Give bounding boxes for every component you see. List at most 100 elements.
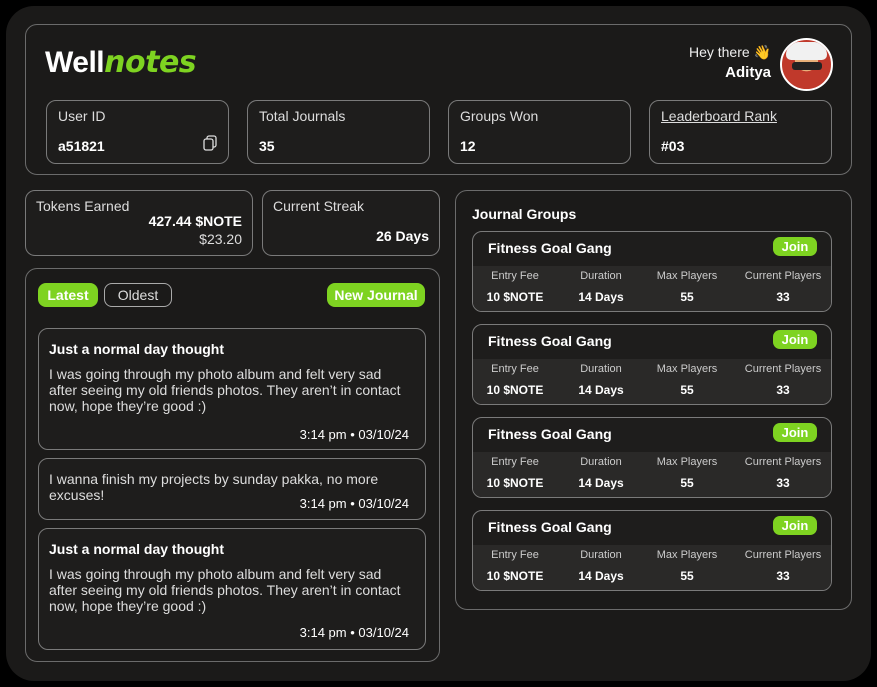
group-card[interactable]: Fitness Goal Gang Join Entry Fee 10 $NOTE Du…: [472, 417, 832, 498]
tab-oldest[interactable]: Oldest: [104, 283, 172, 307]
detail-label: Current Players: [744, 456, 822, 468]
leaderboard-rank-link[interactable]: Leaderboard Rank: [661, 108, 777, 124]
detail-value: 10 $NOTE: [486, 569, 544, 583]
app-logo[interactable]: Wellnotes: [45, 45, 197, 80]
tokens-earned-card: Tokens Earned 427.44 $NOTE $23.20: [25, 190, 253, 256]
detail-label: Duration: [580, 363, 622, 375]
journal-timestamp: 3:14 pm • 03/10/24: [299, 625, 409, 640]
avatar[interactable]: [780, 38, 833, 91]
detail-value: 33: [776, 383, 790, 397]
stat-card-groups-won: Groups Won 12: [448, 100, 631, 164]
detail-value: 14 Days: [578, 569, 624, 583]
tab-latest[interactable]: Latest: [38, 283, 98, 307]
detail-label: Entry Fee: [491, 270, 539, 282]
detail-value: 33: [776, 569, 790, 583]
detail-label: Duration: [580, 270, 622, 282]
detail-label: Max Players: [656, 456, 718, 468]
stat-value: #03: [661, 138, 685, 154]
stat-card-leaderboard-rank: Leaderboard Rank #03: [649, 100, 832, 164]
detail-value: 55: [680, 569, 694, 583]
journal-entry[interactable]: Just a normal day thought I was going th…: [38, 528, 426, 650]
group-detail-entry-fee: Entry Fee 10 $NOTE: [473, 363, 560, 397]
group-details: Entry Fee 10 $NOTE Duration 14 Days Max Play…: [473, 359, 831, 404]
current-streak-card: Current Streak 26 Days: [262, 190, 440, 256]
stat-card-total-journals: Total Journals 35: [247, 100, 430, 164]
journal-title: Just a normal day thought: [49, 541, 225, 557]
detail-value: 14 Days: [578, 290, 624, 304]
journal-groups-title: Journal Groups: [472, 206, 577, 222]
detail-value: 10 $NOTE: [486, 383, 544, 397]
group-card[interactable]: Fitness Goal Gang Join Entry Fee 10 $NOTE Du…: [472, 324, 832, 405]
detail-label: Current Players: [744, 549, 822, 561]
group-details: Entry Fee 10 $NOTE Duration 14 Days Max Play…: [473, 266, 831, 311]
detail-value: 33: [776, 476, 790, 490]
user-name: Aditya: [725, 64, 771, 81]
user-greeting: Hey there 👋 Aditya: [689, 44, 771, 81]
streak-label: Current Streak: [273, 198, 365, 214]
journal-timestamp: 3:14 pm • 03/10/24: [299, 496, 409, 511]
group-detail-max-players: Max Players 55: [642, 549, 732, 583]
streak-value: 26 Days: [376, 228, 429, 244]
join-button[interactable]: Join: [773, 423, 817, 442]
group-detail-max-players: Max Players 55: [642, 456, 732, 490]
join-button[interactable]: Join: [773, 330, 817, 349]
detail-value: 33: [776, 290, 790, 304]
detail-value: 14 Days: [578, 476, 624, 490]
group-detail-current-players: Current Players 33: [738, 270, 828, 304]
journal-title: Just a normal day thought: [49, 341, 225, 357]
group-card[interactable]: Fitness Goal Gang Join Entry Fee 10 $NOTE Du…: [472, 231, 832, 312]
logo-text-notes: notes: [104, 45, 197, 80]
group-detail-entry-fee: Entry Fee 10 $NOTE: [473, 549, 560, 583]
group-card[interactable]: Fitness Goal Gang Join Entry Fee 10 $NOTE Du…: [472, 510, 832, 591]
logo-text-well: Well: [45, 46, 105, 79]
group-name: Fitness Goal Gang: [488, 426, 612, 442]
stat-label: User ID: [58, 108, 106, 124]
detail-label: Max Players: [656, 549, 718, 561]
group-detail-entry-fee: Entry Fee 10 $NOTE: [473, 270, 560, 304]
detail-label: Entry Fee: [491, 549, 539, 561]
copy-icon[interactable]: [203, 135, 217, 151]
group-detail-duration: Duration 14 Days: [556, 456, 646, 490]
detail-value: 55: [680, 290, 694, 304]
detail-label: Entry Fee: [491, 363, 539, 375]
group-detail-duration: Duration 14 Days: [556, 270, 646, 304]
stat-value: a51821: [58, 138, 105, 154]
tokens-amount: 427.44 $NOTE: [148, 213, 242, 229]
group-detail-entry-fee: Entry Fee 10 $NOTE: [473, 456, 560, 490]
journal-entry[interactable]: I wanna finish my projects by sunday pak…: [38, 458, 426, 520]
group-detail-current-players: Current Players 33: [738, 363, 828, 397]
group-details: Entry Fee 10 $NOTE Duration 14 Days Max Play…: [473, 452, 831, 497]
detail-label: Duration: [580, 549, 622, 561]
group-name: Fitness Goal Gang: [488, 240, 612, 256]
group-name: Fitness Goal Gang: [488, 333, 612, 349]
detail-label: Current Players: [744, 363, 822, 375]
join-button[interactable]: Join: [773, 237, 817, 256]
group-details: Entry Fee 10 $NOTE Duration 14 Days Max Play…: [473, 545, 831, 590]
journal-timestamp: 3:14 pm • 03/10/24: [299, 427, 409, 442]
journal-entry[interactable]: Just a normal day thought I was going th…: [38, 328, 426, 450]
group-detail-duration: Duration 14 Days: [556, 363, 646, 397]
journal-body: I was going through my photo album and f…: [49, 566, 401, 614]
detail-value: 10 $NOTE: [486, 290, 544, 304]
group-detail-duration: Duration 14 Days: [556, 549, 646, 583]
stat-value: 35: [259, 138, 275, 154]
stat-value: 12: [460, 138, 476, 154]
stat-label: Groups Won: [460, 108, 539, 124]
stat-label: Total Journals: [259, 108, 346, 124]
new-journal-button[interactable]: New Journal: [327, 283, 425, 307]
detail-value: 55: [680, 383, 694, 397]
detail-label: Duration: [580, 456, 622, 468]
group-detail-current-players: Current Players 33: [738, 549, 828, 583]
detail-value: 14 Days: [578, 383, 624, 397]
group-detail-current-players: Current Players 33: [738, 456, 828, 490]
group-detail-max-players: Max Players 55: [642, 363, 732, 397]
group-name: Fitness Goal Gang: [488, 519, 612, 535]
tokens-label: Tokens Earned: [36, 198, 130, 214]
tokens-usd: $23.20: [199, 231, 242, 247]
detail-label: Max Players: [656, 270, 718, 282]
detail-label: Current Players: [744, 270, 822, 282]
join-button[interactable]: Join: [773, 516, 817, 535]
journal-body: I was going through my photo album and f…: [49, 366, 401, 414]
detail-value: 10 $NOTE: [486, 476, 544, 490]
group-detail-max-players: Max Players 55: [642, 270, 732, 304]
